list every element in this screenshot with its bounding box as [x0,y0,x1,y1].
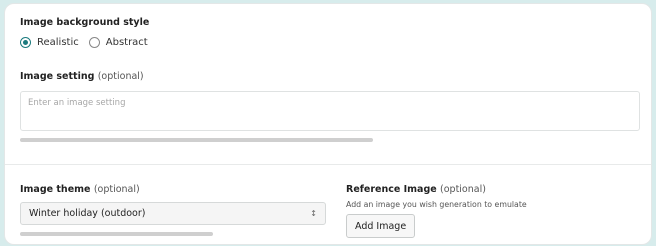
background-style-radio-group: Realistic Abstract [20,37,158,48]
radio-label-realistic[interactable]: Realistic [37,37,79,48]
select-chevron-icon: ↕ [310,208,317,218]
image-setting-progress-bar [20,138,374,142]
radio-label-abstract[interactable]: Abstract [106,37,148,48]
radio-abstract[interactable] [88,37,100,48]
radio-option-realistic[interactable]: Realistic [20,37,79,48]
radio-realistic[interactable] [20,37,31,48]
radio-option-abstract[interactable]: Abstract [88,37,148,48]
add-image-button[interactable]: Add Image [346,214,416,238]
image-setting-input[interactable] [20,91,640,131]
image-theme-selected-value: Winter holiday (outdoor) [29,208,146,219]
reference-image-label: Reference Image (optional) [346,184,486,195]
image-theme-select[interactable]: Winter holiday (outdoor) ↕ [20,202,326,225]
image-theme-progress-bar [20,232,213,236]
reference-image-helper-text: Add an image you wish generation to emul… [346,200,527,209]
image-theme-label: Image theme (optional) [20,184,140,195]
background-style-label: Image background style [20,17,150,28]
section-divider [5,164,651,165]
image-generation-form: Image background style Realistic Abstrac… [4,3,652,245]
image-setting-label: Image setting (optional) [20,71,144,82]
